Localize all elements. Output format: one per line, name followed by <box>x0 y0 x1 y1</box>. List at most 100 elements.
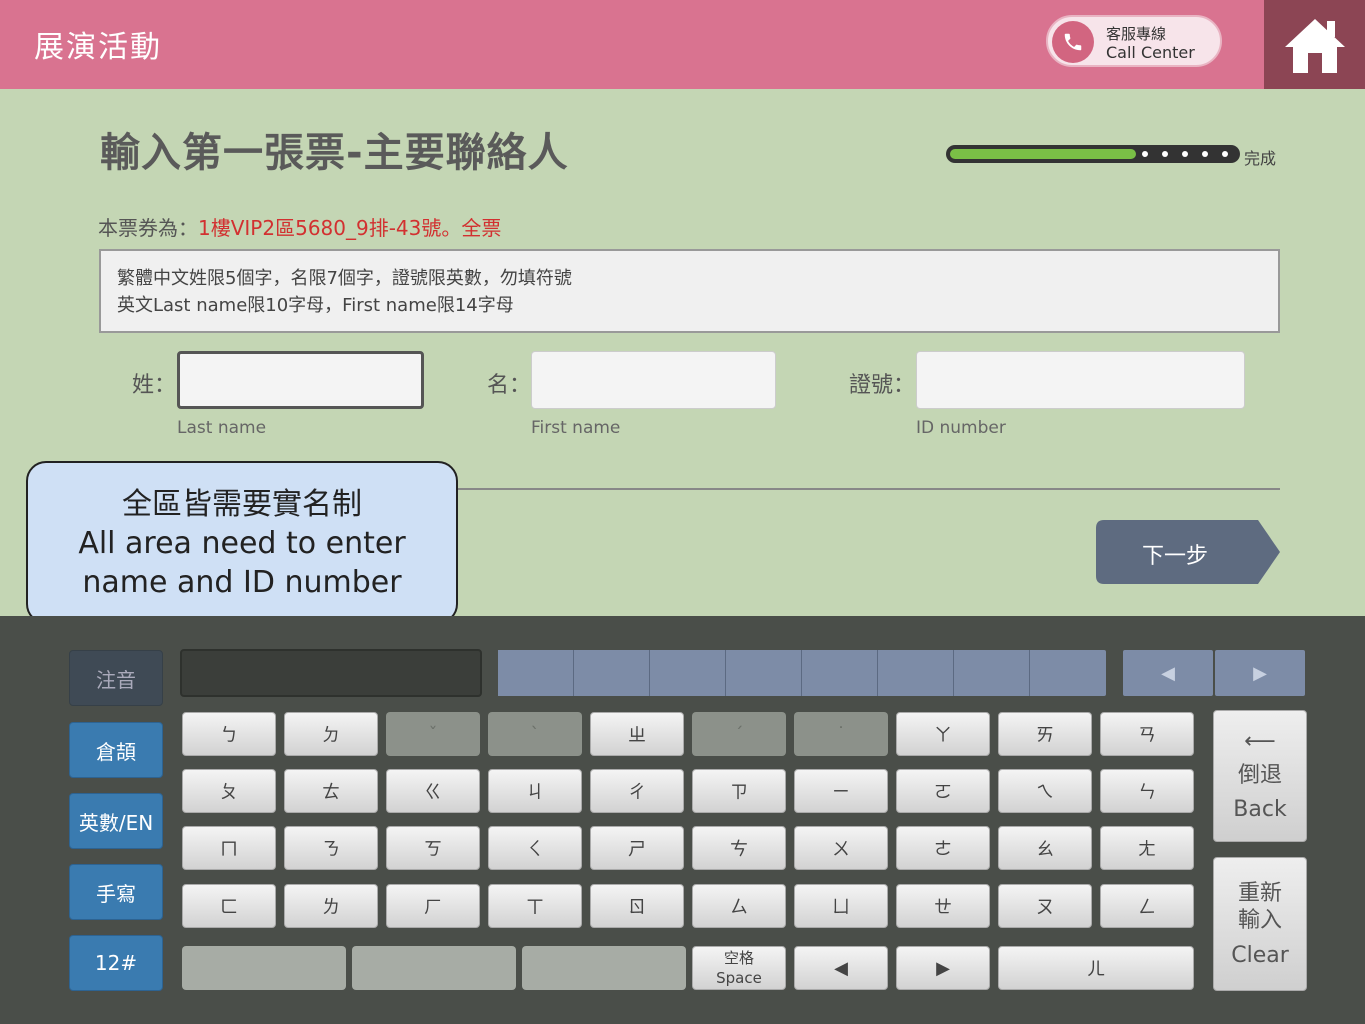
key[interactable]: ㄎ <box>386 826 480 870</box>
key[interactable]: ㄋ <box>284 826 378 870</box>
key[interactable]: ㄅ <box>182 712 276 756</box>
last-name-input[interactable] <box>177 351 424 409</box>
mode-cangjie-button[interactable]: 倉頡 <box>69 722 163 778</box>
key[interactable]: ㄥ <box>1100 884 1194 928</box>
ticket-value: 1樓VIP2區5680_9排-43號。全票 <box>198 216 502 240</box>
callout-line: 全區皆需要實名制 <box>122 487 362 522</box>
key[interactable]: ㄖ <box>590 884 684 928</box>
mode-symbols-button[interactable]: 12# <box>69 935 163 991</box>
candidate-slot[interactable] <box>574 650 650 696</box>
notice-line: 繁體中文姓限5個字，名限7個字，證號限英數，勿填符號 <box>117 268 572 289</box>
key[interactable]: ㄝ <box>896 884 990 928</box>
progress-dot <box>1202 151 1208 157</box>
mode-zhuyin-button[interactable]: 注音 <box>69 650 163 706</box>
backspace-key[interactable]: ⟵ 倒退 Back <box>1213 710 1307 842</box>
backspace-label-en: Back <box>1233 797 1287 822</box>
clear-label-en: Clear <box>1231 942 1289 968</box>
key[interactable]: ㄠ <box>998 826 1092 870</box>
key[interactable]: ㄢ <box>1100 712 1194 756</box>
key[interactable]: ㄛ <box>896 769 990 813</box>
input-rules-notice: 繁體中文姓限5個字，名限7個字，證號限英數，勿填符號 英文Last name限1… <box>99 249 1280 333</box>
space-key-label-zh: 空格 <box>723 949 754 967</box>
header: 展演活動 客服專線 Call Center <box>0 0 1365 89</box>
call-center-label-en: Call Center <box>1106 43 1195 62</box>
key[interactable]: ㄏ <box>386 884 480 928</box>
composition-display <box>180 649 482 697</box>
id-number-label: 證號： <box>849 373 916 398</box>
key[interactable]: ㄤ <box>1100 826 1194 870</box>
key-tone-2[interactable]: ˊ <box>692 712 786 756</box>
candidate-slot[interactable] <box>1030 650 1106 696</box>
key[interactable]: ㄗ <box>692 769 786 813</box>
first-name-input[interactable] <box>531 351 776 409</box>
cursor-right-key[interactable]: ▶ <box>896 946 990 990</box>
blank-key <box>522 946 686 990</box>
key[interactable]: ㄘ <box>692 826 786 870</box>
mode-handwriting-button[interactable]: 手寫 <box>69 864 163 920</box>
key-tone-4[interactable]: ˋ <box>488 712 582 756</box>
backspace-label-zh: 倒退 <box>1237 763 1282 788</box>
key[interactable]: ㄧ <box>794 769 888 813</box>
clear-label-zh: 重新 <box>1237 880 1282 906</box>
divider <box>455 488 1280 490</box>
key[interactable]: ㄨ <box>794 826 888 870</box>
candidate-next-button[interactable]: ▶ <box>1215 650 1305 696</box>
key[interactable]: ㄟ <box>998 769 1092 813</box>
key[interactable]: ㄉ <box>284 712 378 756</box>
key[interactable]: ㄙ <box>692 884 786 928</box>
first-name-label: 名： <box>487 373 532 398</box>
key[interactable]: ㄡ <box>998 884 1092 928</box>
id-number-input[interactable] <box>916 351 1245 409</box>
key-tone-light[interactable]: ˙ <box>794 712 888 756</box>
key[interactable]: ㄐ <box>488 769 582 813</box>
candidate-prev-button[interactable]: ◀ <box>1123 650 1213 696</box>
real-name-callout: 全區皆需要實名制 All area need to enter name and… <box>26 461 458 624</box>
candidate-slot[interactable] <box>498 650 574 696</box>
space-key[interactable]: 空格 Space <box>692 946 786 990</box>
candidate-slot[interactable] <box>802 650 878 696</box>
key[interactable]: ㄍ <box>386 769 480 813</box>
progress-dot <box>1222 151 1228 157</box>
progress-bar <box>946 145 1240 163</box>
progress-fill <box>950 149 1136 159</box>
key[interactable]: ㄔ <box>590 769 684 813</box>
ticket-info: 本票券為：1樓VIP2區5680_9排-43號。全票 <box>98 212 501 241</box>
progress-label: 完成 <box>1244 149 1277 168</box>
key[interactable]: ㄩ <box>794 884 888 928</box>
key[interactable]: ㄒ <box>488 884 582 928</box>
key[interactable]: ㄊ <box>284 769 378 813</box>
candidate-slot[interactable] <box>726 650 802 696</box>
candidate-slot[interactable] <box>878 650 954 696</box>
key[interactable]: ㄕ <box>590 826 684 870</box>
key[interactable]: ㄞ <box>998 712 1092 756</box>
key[interactable]: ㄚ <box>896 712 990 756</box>
key[interactable]: ㄑ <box>488 826 582 870</box>
key[interactable]: ㄆ <box>182 769 276 813</box>
notice-line: 英文Last name限10字母，First name限14字母 <box>117 295 514 316</box>
next-step-button[interactable]: 下一步 <box>1096 520 1280 584</box>
mode-english-button[interactable]: 英數/EN <box>69 793 163 849</box>
id-number-hint: ID number <box>916 418 1006 438</box>
header-title: 展演活動 <box>34 30 162 65</box>
blank-key <box>182 946 346 990</box>
callout-line: All area need to enter <box>78 526 406 561</box>
key[interactable]: ㄓ <box>590 712 684 756</box>
progress-dot <box>1142 151 1148 157</box>
key[interactable]: ㄜ <box>896 826 990 870</box>
cursor-left-key[interactable]: ◀ <box>794 946 888 990</box>
call-center-button[interactable]: 客服專線 Call Center <box>1046 15 1222 67</box>
key[interactable]: ㄈ <box>182 884 276 928</box>
candidate-slot[interactable] <box>954 650 1030 696</box>
home-icon <box>1284 18 1345 73</box>
clear-key[interactable]: 重新 輸入 Clear <box>1213 857 1307 991</box>
key[interactable]: ㄌ <box>284 884 378 928</box>
next-step-label: 下一步 <box>1142 544 1209 569</box>
home-button[interactable] <box>1264 0 1365 89</box>
candidate-slot[interactable] <box>650 650 726 696</box>
key-tone-3[interactable]: ˇ <box>386 712 480 756</box>
phone-icon <box>1052 21 1094 63</box>
key[interactable]: ㄣ <box>1100 769 1194 813</box>
key-er[interactable]: ㄦ <box>998 946 1194 990</box>
key[interactable]: ㄇ <box>182 826 276 870</box>
back-arrow-icon: ⟵ <box>1244 729 1276 754</box>
